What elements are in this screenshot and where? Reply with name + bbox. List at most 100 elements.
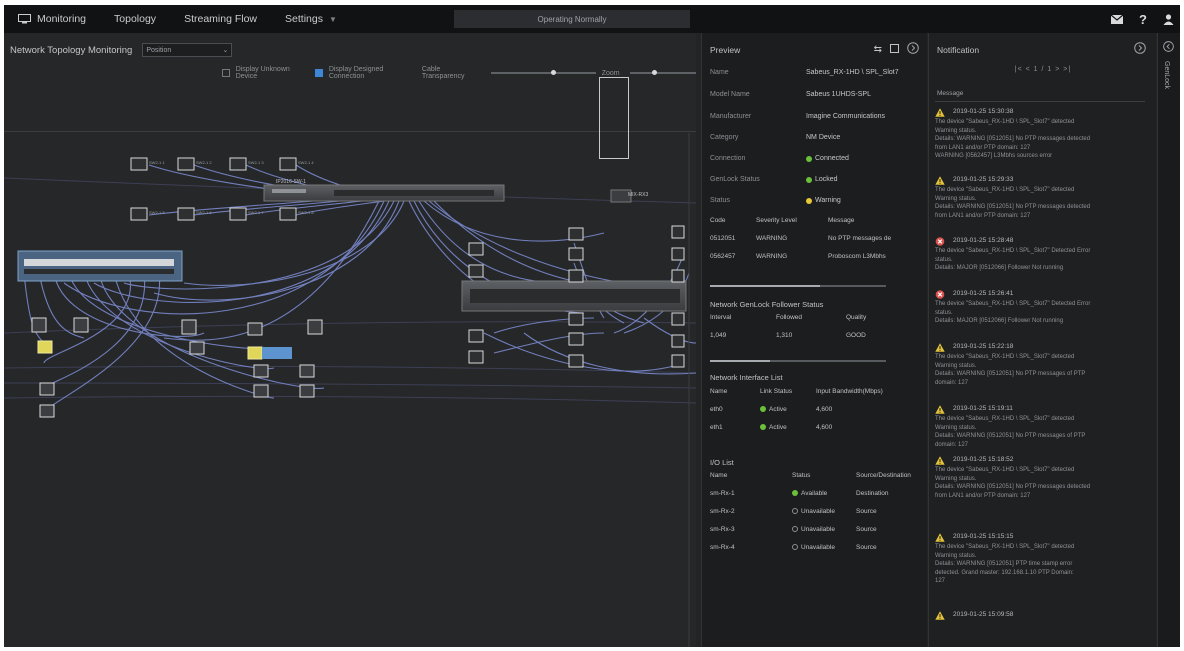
cell: WARNING — [756, 234, 788, 242]
notification-time: 2019-01-25 15:30:38 — [953, 108, 1014, 116]
app-window: Monitoring Topology Streaming Flow Setti… — [4, 5, 1180, 647]
link-icon[interactable]: ⇆ — [874, 44, 882, 55]
pagination[interactable]: |< < 1 / 1 > >| — [929, 66, 1157, 73]
notification-item[interactable]: 2019-01-25 15:19:11 The device "Sabeus_RX… — [935, 405, 1147, 449]
notification-text: domain: 127 — [935, 379, 969, 386]
notification-time-row: 2019-01-25 15:22:18 — [935, 343, 1147, 352]
notification-time: 2019-01-25 15:09:58 — [953, 611, 1014, 619]
top-menu-bar: Monitoring Topology Streaming Flow Setti… — [4, 5, 1180, 33]
table-row[interactable]: 0512051 WARNING No PTP messages de — [710, 229, 922, 247]
message-header: Message — [937, 90, 964, 97]
topology-canvas[interactable]: IP2016-SW-1 MIX-RX3 SW2-1 1 SW2-1 2 SW2-… — [4, 33, 696, 647]
unknown-device-label: Display Unknown Device — [235, 66, 290, 80]
warning-icon — [935, 176, 945, 185]
cell: Source — [856, 507, 877, 515]
notification-time-row: 2019-01-25 15:19:11 — [935, 405, 1147, 414]
notification-text: Details: WARNING [0512051] No PTP messag… — [935, 136, 1091, 142]
transparency-slider[interactable] — [491, 70, 596, 75]
menu-streaming-flow[interactable]: Streaming Flow — [170, 5, 271, 33]
alarm-scrollbar[interactable] — [710, 285, 886, 287]
table-row[interactable]: eth1 Active 4,600 — [710, 418, 922, 436]
collapse-right-icon[interactable] — [907, 42, 919, 57]
menu-monitoring[interactable]: Monitoring — [4, 5, 100, 33]
table-header: Name Link Status Input Bandwidth(Mbps) — [710, 382, 922, 400]
menu-topology[interactable]: Topology — [100, 5, 170, 33]
notification-item[interactable]: 2019-01-25 15:28:48 The device "Sabeus_RX… — [935, 237, 1147, 273]
notification-item[interactable]: 2019-01-25 15:15:15 The device "Sabeus_RX… — [935, 533, 1147, 586]
field-genlock: GenLock Status Locked — [710, 176, 920, 183]
svg-text:SW2-1 8: SW2-1 8 — [298, 210, 314, 215]
unknown-device-checkbox[interactable] — [222, 69, 230, 77]
collapse-left-icon[interactable] — [1163, 41, 1174, 55]
menu-settings[interactable]: Settings ▼ — [271, 5, 351, 33]
expand-icon[interactable] — [890, 43, 899, 56]
notification-item[interactable]: 2019-01-25 15:22:18 The device "Sabeus_RX… — [935, 343, 1147, 387]
cell: sm-Rx-4 — [710, 543, 735, 551]
mail-icon[interactable] — [1111, 14, 1124, 24]
table-row[interactable]: sm-Rx-1 Available Destination — [710, 484, 922, 502]
iface-title: Network Interface List — [710, 373, 783, 382]
topology-divider — [4, 131, 696, 132]
genlock-tab[interactable]: GenLock — [1163, 61, 1170, 89]
cell: 4,600 — [816, 405, 833, 413]
field-value: Sabeus_RX-1HD \ SPL_Slot7 — [806, 69, 899, 76]
warning-icon — [935, 405, 945, 414]
genlock-scrollbar[interactable] — [710, 360, 886, 362]
help-icon[interactable]: ? — [1139, 12, 1147, 27]
notification-time-row: 2019-01-25 15:26:41 — [935, 290, 1147, 299]
user-icon[interactable] — [1163, 13, 1174, 25]
cell: No PTP messages de — [828, 234, 892, 242]
topology-panel: IP2016-SW-1 MIX-RX3 SW2-1 1 SW2-1 2 SW2-… — [4, 33, 696, 647]
notification-item[interactable]: 2019-01-25 15:18:52 The device "Sabeus_RX… — [935, 456, 1147, 500]
col-header: Message — [828, 216, 855, 224]
notification-title: Notification — [937, 45, 980, 55]
transparency-knob[interactable] — [551, 70, 557, 75]
svg-text:SW2-1 4: SW2-1 4 — [298, 160, 314, 165]
field-value: NM Device — [806, 134, 841, 141]
cell: eth1 — [710, 423, 723, 431]
col-header: Status — [792, 471, 811, 479]
field-value: Warning — [815, 197, 841, 204]
table-row[interactable]: eth0 Active 4,600 — [710, 400, 922, 418]
view-select[interactable]: Position ⌄ — [142, 43, 233, 57]
field-status: Status Warning — [710, 197, 920, 204]
cell: 0512051 — [710, 234, 736, 242]
switch-1-label: IP2016-SW-1 — [276, 179, 306, 185]
mix-rx3-label: MIX-RX3 — [628, 192, 649, 198]
notification-text: Details: WARNING [0512051] No PTP messag… — [935, 433, 1086, 439]
col-header: Code — [710, 216, 726, 224]
notification-item[interactable]: 2019-01-25 15:09:58 — [935, 611, 1147, 621]
field-value: Imagine Communications — [806, 113, 885, 120]
table-row[interactable]: sm-Rx-3 Unavailable Source — [710, 520, 922, 538]
side-strip: GenLock — [1157, 33, 1180, 647]
cell: 1,310 — [776, 331, 793, 339]
topology-header: Network Topology Monitoring Position ⌄ — [10, 43, 233, 57]
notification-item[interactable]: 2019-01-25 15:29:33 The device "Sabeus_RX… — [935, 176, 1147, 220]
alarm-table: Code Severity Level Message 0512051 WARN… — [710, 211, 922, 265]
zoom-knob[interactable] — [651, 70, 657, 75]
warning-icon — [935, 533, 945, 542]
zoom-slider[interactable] — [629, 70, 696, 75]
cell: sm-Rx-1 — [710, 489, 735, 497]
notification-time: 2019-01-25 15:19:11 — [953, 405, 1013, 413]
notification-text: detected. Grand master: 192.168.1.10 PTP… — [935, 569, 1074, 576]
notification-item[interactable]: 2019-01-25 15:30:38 The device "Sabeus_RX… — [935, 108, 1147, 161]
cell: Proboscom L3Mbhs — [828, 252, 886, 260]
error-icon — [935, 237, 945, 246]
field-label: Status — [710, 197, 730, 204]
collapse-right-icon[interactable] — [1134, 42, 1146, 57]
designed-connection-checkbox[interactable] — [315, 69, 323, 77]
notification-time-row: 2019-01-25 15:15:15 — [935, 533, 1147, 542]
notification-text: Warning status. — [935, 362, 977, 369]
table-row[interactable]: 0562457 WARNING Proboscom L3Mbhs — [710, 247, 922, 265]
menu-settings-label: Settings — [285, 13, 323, 25]
svg-text:SW2-1 7: SW2-1 7 — [248, 210, 264, 215]
notification-text: WARNING [0562457] L3Mbhs sources error — [935, 153, 1053, 159]
table-row[interactable]: sm-Rx-4 Unavailable Source — [710, 538, 922, 556]
notification-item[interactable]: 2019-01-25 15:26:41 The device "Sabeus_RX… — [935, 290, 1147, 326]
active-status-icon — [760, 406, 766, 412]
table-row[interactable]: sm-Rx-2 Unavailable Source — [710, 502, 922, 520]
notification-time-row: 2019-01-25 15:29:33 — [935, 176, 1147, 185]
warning-icon — [935, 456, 945, 465]
table-header: Interval Followed Quality — [710, 308, 922, 326]
